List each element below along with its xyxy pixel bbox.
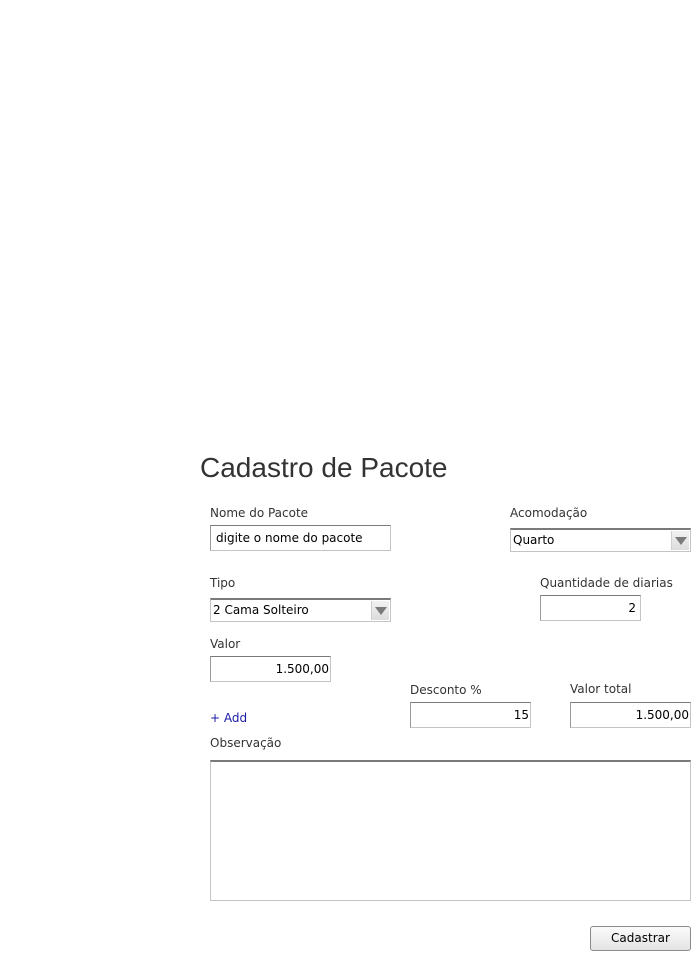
tipo-select[interactable]: 2 Cama Solteiro bbox=[210, 598, 391, 622]
desconto-label: Desconto % bbox=[410, 683, 482, 697]
page-title: Cadastro de Pacote bbox=[200, 452, 448, 483]
cadastrar-button[interactable]: Cadastrar bbox=[590, 926, 691, 951]
tipo-label: Tipo bbox=[210, 576, 236, 590]
chevron-down-icon[interactable] bbox=[371, 601, 389, 620]
valor-total-input[interactable]: 1.500,00 bbox=[570, 702, 691, 728]
acomodacao-label: Acomodação bbox=[510, 506, 588, 520]
nome-pacote-input[interactable]: digite o nome do pacote bbox=[210, 525, 391, 551]
quantidade-diarias-label: Quantidade de diarias bbox=[540, 576, 673, 590]
valor-label: Valor bbox=[210, 637, 241, 651]
observacao-label: Observação bbox=[210, 736, 282, 750]
quantidade-diarias-input[interactable]: 2 bbox=[540, 595, 641, 621]
tipo-selected-value: 2 Cama Solteiro bbox=[213, 603, 309, 617]
valor-input[interactable]: 1.500,00 bbox=[210, 656, 331, 682]
add-link[interactable]: + Add bbox=[210, 710, 247, 726]
acomodacao-selected-value: Quarto bbox=[513, 533, 555, 547]
desconto-input[interactable]: 15 bbox=[410, 702, 531, 728]
acomodacao-select[interactable]: Quarto bbox=[510, 528, 691, 552]
chevron-down-icon[interactable] bbox=[671, 531, 689, 550]
valor-total-label: Valor total bbox=[570, 682, 632, 696]
nome-pacote-label: Nome do Pacote bbox=[210, 506, 309, 520]
observacao-textarea[interactable] bbox=[210, 760, 691, 901]
